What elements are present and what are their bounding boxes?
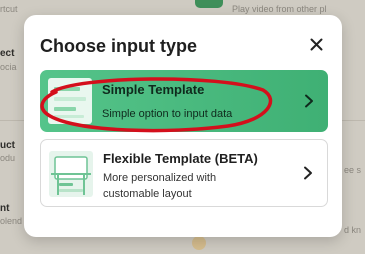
bg-subtext-1: ocia bbox=[0, 62, 17, 72]
bg-text-right-1: ee s bbox=[344, 165, 362, 175]
flexible-template-thumbnail-icon bbox=[49, 151, 93, 197]
choose-input-type-dialog: Choose input type Simple Template Simple… bbox=[24, 15, 342, 237]
bg-decoration bbox=[192, 236, 206, 250]
bg-text-right-2: d kn bbox=[344, 225, 362, 235]
bg-heading-2: uct bbox=[0, 140, 15, 151]
video-app-icon bbox=[195, 0, 223, 8]
chevron-right-icon bbox=[305, 94, 313, 108]
bg-subtext-3: olend bbox=[0, 216, 23, 226]
bg-text-shortcut: rtcut bbox=[0, 4, 18, 14]
bg-subtext-2: odu bbox=[0, 153, 16, 163]
bg-heading-3: nt bbox=[0, 203, 10, 214]
simple-template-thumbnail-icon bbox=[48, 78, 92, 124]
option-description: More personalized with customable layout bbox=[103, 172, 217, 200]
bg-heading-1: ect bbox=[0, 48, 15, 59]
simple-template-option[interactable]: Simple Template Simple option to input d… bbox=[40, 70, 328, 132]
close-button[interactable] bbox=[306, 34, 326, 54]
option-description: Simple option to input data bbox=[102, 108, 233, 120]
chevron-right-icon bbox=[304, 166, 312, 180]
option-title: Simple Template bbox=[102, 82, 205, 97]
bg-text-play-video: Play video from other pl bbox=[232, 4, 327, 14]
dialog-title: Choose input type bbox=[40, 36, 197, 56]
close-icon bbox=[310, 38, 322, 50]
option-title: Flexible Template (BETA) bbox=[103, 151, 258, 166]
flexible-template-option[interactable]: Flexible Template (BETA) More personaliz… bbox=[40, 139, 328, 207]
